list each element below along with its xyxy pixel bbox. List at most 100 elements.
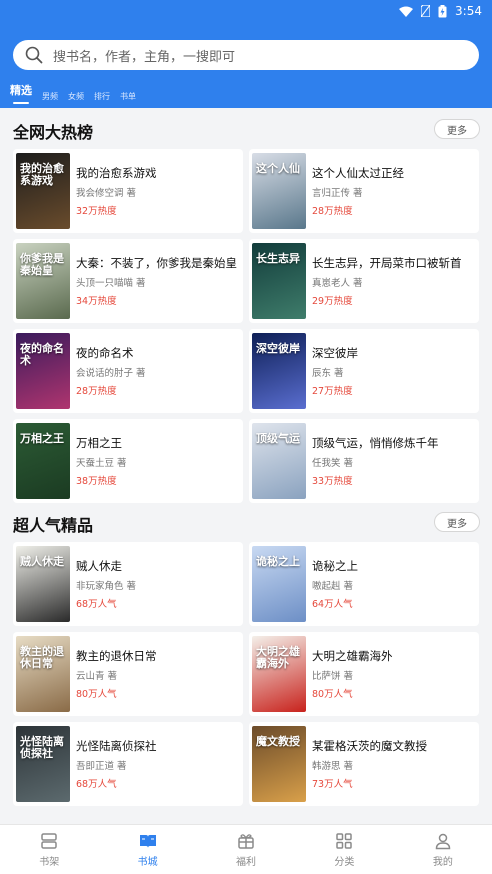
wifi-icon bbox=[399, 6, 414, 17]
book-info: 这个人仙太过正经 言归正传 著 28万热度 bbox=[312, 165, 404, 217]
status-time: 3:54 bbox=[455, 4, 482, 18]
cover-title: 魔文教授 bbox=[256, 735, 300, 748]
book-cover[interactable]: 顶级气运 bbox=[252, 423, 306, 499]
nav-bookshelf[interactable]: 书架 bbox=[0, 825, 98, 874]
book-cover[interactable]: 大明之雄霸海外 bbox=[252, 636, 306, 712]
book-author: 我会修空调 著 bbox=[76, 188, 137, 199]
book-stat: 28万热度 bbox=[312, 206, 353, 217]
book-cover[interactable]: 贼人休走 bbox=[16, 546, 70, 622]
cover-title: 夜的命名术 bbox=[20, 342, 64, 368]
book-author: 任我笑 著 bbox=[312, 458, 354, 469]
book-cover[interactable]: 深空彼岸 bbox=[252, 333, 306, 409]
book-cover[interactable]: 魔文教授 bbox=[252, 726, 306, 802]
book-stat: 38万热度 bbox=[76, 476, 117, 487]
book-info: 万相之王 天蚕土豆 著 38万热度 bbox=[76, 435, 127, 487]
book-stat: 32万热度 bbox=[76, 206, 117, 217]
gift-icon bbox=[238, 833, 254, 849]
tab-ranking[interactable]: 排行 bbox=[94, 91, 110, 102]
cover-title: 深空彼岸 bbox=[256, 342, 300, 355]
book-cover[interactable]: 光怪陆离侦探社 bbox=[16, 726, 70, 802]
book-cover[interactable]: 教主的退休日常 bbox=[16, 636, 70, 712]
cover-title: 顶级气运 bbox=[256, 432, 300, 445]
book-stat: 27万热度 bbox=[312, 386, 353, 397]
cover-title: 这个人仙 bbox=[256, 162, 300, 175]
tab-female[interactable]: 女频 bbox=[68, 91, 84, 102]
section-title-hot: 全网大热榜 bbox=[13, 123, 94, 142]
book-card[interactable]: 我的治愈系游戏 我的治愈系游戏 我会修空调 著 32万热度 bbox=[13, 149, 243, 233]
nav-label: 福利 bbox=[236, 856, 257, 868]
book-card[interactable]: 顶级气运 顶级气运，悄悄修炼千年 任我笑 著 33万热度 bbox=[249, 419, 479, 503]
book-info: 我的治愈系游戏 我会修空调 著 32万热度 bbox=[76, 165, 157, 217]
app-header: 3:54 搜书名，作者，主角，一搜即可 精选 男频 女频 排行 书单 bbox=[0, 0, 492, 108]
cover-title: 贼人休走 bbox=[20, 555, 64, 568]
book-info: 顶级气运，悄悄修炼千年 任我笑 著 33万热度 bbox=[312, 435, 439, 487]
tab-male[interactable]: 男频 bbox=[42, 91, 58, 102]
book-author: 韩游思 著 bbox=[312, 761, 354, 772]
book-title: 教主的退休日常 bbox=[76, 649, 157, 663]
book-info: 夜的命名术会说话的肘子 著 28万热度 bbox=[76, 345, 146, 397]
book-card[interactable]: 诡秘之上 诡秘之上 嗷起赳 著 64万人气 bbox=[249, 542, 479, 626]
book-title: 光怪陆离侦探社 bbox=[76, 739, 157, 753]
book-title: 贼人休走 bbox=[76, 559, 122, 573]
book-card[interactable]: 贼人休走 贼人休走 非玩家角色 著 68万人气 bbox=[13, 542, 243, 626]
book-title: 顶级气运，悄悄修炼千年 bbox=[312, 436, 439, 450]
book-stat: 64万人气 bbox=[312, 599, 353, 610]
search-placeholder: 搜书名，作者，主角，一搜即可 bbox=[53, 49, 236, 65]
book-card[interactable]: 魔文教授 某霍格沃茨的魔文教授 韩游思 著 73万人气 bbox=[249, 722, 479, 806]
book-cover[interactable]: 我的治愈系游戏 bbox=[16, 153, 70, 229]
book-title: 夜的命名术 bbox=[76, 346, 134, 360]
book-title: 长生志异，开局菜市口被斩首 bbox=[312, 256, 462, 270]
book-info: 诡秘之上 嗷起赳 著 64万人气 bbox=[312, 558, 358, 610]
book-cover[interactable]: 你爹我是秦始皇 bbox=[16, 243, 70, 319]
category-tabs: 精选 男频 女频 排行 书单 bbox=[10, 82, 136, 104]
book-card[interactable]: 长生志异 长生志异，开局菜市口被斩首 真崽老人 著 29万热度 bbox=[249, 239, 479, 323]
book-cover[interactable]: 长生志异 bbox=[252, 243, 306, 319]
book-stat: 80万人气 bbox=[76, 689, 117, 700]
book-card[interactable]: 教主的退休日常 教主的退休日常 云山青 著 80万人气 bbox=[13, 632, 243, 716]
book-author: 云山青 著 bbox=[76, 671, 118, 682]
user-icon bbox=[435, 833, 451, 849]
book-card[interactable]: 夜的命名术 夜的命名术会说话的肘子 著 28万热度 bbox=[13, 329, 243, 413]
book-author: 辰东 著 bbox=[312, 368, 344, 379]
book-card[interactable]: 你爹我是秦始皇 大秦：不装了，你爹我是秦始皇 头顶一只喵喵 著 34万热度 bbox=[13, 239, 243, 323]
cover-title: 你爹我是秦始皇 bbox=[20, 252, 64, 278]
search-bar[interactable]: 搜书名，作者，主角，一搜即可 bbox=[13, 40, 479, 70]
more-button-hot[interactable]: 更多 bbox=[434, 119, 480, 139]
more-button-popular[interactable]: 更多 bbox=[434, 512, 480, 532]
book-author: 会说话的肘子 著 bbox=[76, 368, 146, 379]
nav-welfare[interactable]: 福利 bbox=[197, 825, 295, 874]
tab-booklist[interactable]: 书单 bbox=[120, 91, 136, 102]
status-bar: 3:54 bbox=[0, 0, 492, 22]
book-author: 头顶一只喵喵 著 bbox=[76, 278, 146, 289]
nav-mine[interactable]: 我的 bbox=[394, 825, 492, 874]
book-title: 某霍格沃茨的魔文教授 bbox=[312, 739, 427, 753]
book-card[interactable]: 万相之王 万相之王 天蚕土豆 著 38万热度 bbox=[13, 419, 243, 503]
book-cover[interactable]: 诡秘之上 bbox=[252, 546, 306, 622]
book-cover[interactable]: 夜的命名术 bbox=[16, 333, 70, 409]
bookshelf-icon bbox=[41, 832, 57, 849]
book-info: 贼人休走 非玩家角色 著 68万人气 bbox=[76, 558, 136, 610]
book-stat: 28万热度 bbox=[76, 386, 117, 397]
book-author: 真崽老人 著 bbox=[312, 278, 363, 289]
book-title: 大明之雄霸海外 bbox=[312, 649, 393, 663]
book-stat: 33万热度 bbox=[312, 476, 353, 487]
book-card[interactable]: 大明之雄霸海外 大明之雄霸海外 比萨饼 著 80万人气 bbox=[249, 632, 479, 716]
book-card[interactable]: 这个人仙 这个人仙太过正经 言归正传 著 28万热度 bbox=[249, 149, 479, 233]
nav-bookstore[interactable]: 书城 bbox=[98, 825, 196, 874]
book-title: 万相之王 bbox=[76, 436, 122, 450]
book-stat: 73万人气 bbox=[312, 779, 353, 790]
book-cover[interactable]: 万相之王 bbox=[16, 423, 70, 499]
tab-featured[interactable]: 精选 bbox=[10, 82, 32, 104]
book-stat: 68万人气 bbox=[76, 779, 117, 790]
book-title: 诡秘之上 bbox=[312, 559, 358, 573]
book-info: 大明之雄霸海外 比萨饼 著 80万人气 bbox=[312, 648, 393, 700]
book-card[interactable]: 深空彼岸 深空彼岸 辰东 著 27万热度 bbox=[249, 329, 479, 413]
nav-category[interactable]: 分类 bbox=[295, 825, 393, 874]
cover-title: 长生志异 bbox=[256, 252, 300, 265]
cover-title: 我的治愈系游戏 bbox=[20, 162, 64, 188]
book-cover[interactable]: 这个人仙 bbox=[252, 153, 306, 229]
cover-title: 大明之雄霸海外 bbox=[256, 645, 300, 671]
book-info: 教主的退休日常 云山青 著 80万人气 bbox=[76, 648, 157, 700]
book-card[interactable]: 光怪陆离侦探社 光怪陆离侦探社 吾即正道 著 68万人气 bbox=[13, 722, 243, 806]
no-sim-icon bbox=[421, 5, 431, 17]
